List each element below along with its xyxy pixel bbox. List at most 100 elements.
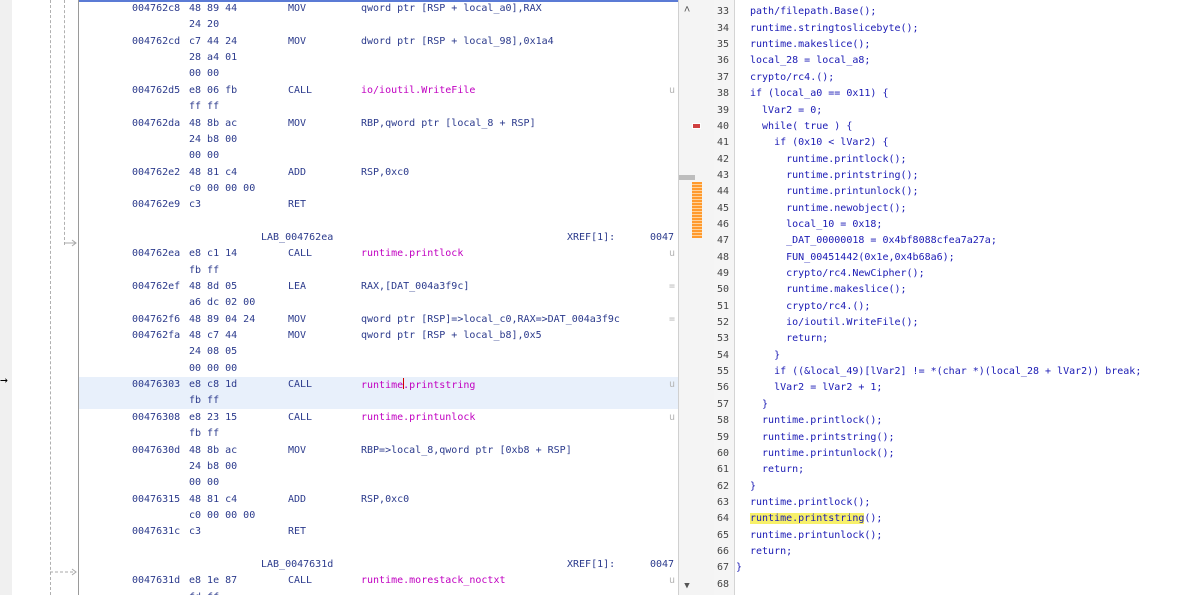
listing-row[interactable]	[79, 214, 678, 230]
xref-header[interactable]: XREF[1]:	[567, 231, 615, 245]
decompiler-line[interactable]: 64 runtime.printstring();	[714, 511, 1200, 527]
decompiler-line[interactable]: 53 return;	[714, 331, 1200, 347]
code-text[interactable]: }	[750, 480, 756, 494]
address[interactable]: 004762da	[132, 117, 180, 131]
instruction-bytes[interactable]: 24 20	[189, 18, 219, 32]
scroll-thumb[interactable]	[679, 175, 695, 180]
instruction-bytes[interactable]: 48 8b ac	[189, 117, 237, 131]
instruction-bytes[interactable]: 24 b8 00	[189, 460, 237, 474]
decompiler-line[interactable]: 58 runtime.printlock();	[714, 413, 1200, 429]
decompiler-line[interactable]: 38 if (local_a0 == 0x11) {	[714, 86, 1200, 102]
code-text[interactable]: crypto/rc4.NewCipher();	[750, 267, 925, 281]
listing-row[interactable]	[79, 541, 678, 557]
operands[interactable]: runtime.printunlock	[361, 411, 475, 425]
decompiler-line[interactable]: 44 runtime.printunlock();	[714, 184, 1200, 200]
listing-label-row[interactable]: LAB_004762ea XREF[1]: 0047	[79, 230, 678, 246]
address[interactable]: 004762f6	[132, 313, 180, 327]
instruction-bytes[interactable]: 48 89 04 24	[189, 313, 255, 327]
decompiler-line[interactable]: 37 crypto/rc4.();	[714, 70, 1200, 86]
instruction-bytes[interactable]: fb ff	[189, 264, 219, 278]
code-text[interactable]: runtime.printstring();	[750, 431, 894, 445]
code-text[interactable]: runtime.newobject();	[750, 202, 906, 216]
instruction-bytes[interactable]: c3	[189, 198, 201, 212]
decompiler-line[interactable]: 43 runtime.printstring();	[714, 168, 1200, 184]
instruction-bytes[interactable]: e8 c1 14	[189, 247, 237, 261]
operands[interactable]: RBP=>local_8,qword ptr [0xb8 + RSP]	[361, 444, 572, 458]
truncated-column[interactable]: =	[669, 280, 675, 294]
decompiler-line[interactable]: 67}	[714, 560, 1200, 576]
instruction-bytes[interactable]: 24 b8 00	[189, 133, 237, 147]
address[interactable]: 00476315	[132, 493, 180, 507]
operands[interactable]: io/ioutil.WriteFile	[361, 84, 475, 98]
decompiler-line[interactable]: 63 runtime.printlock();	[714, 495, 1200, 511]
xref-address[interactable]: 0047	[650, 231, 674, 245]
xref-address[interactable]: 0047	[650, 558, 674, 572]
code-text[interactable]: }	[736, 561, 742, 575]
instruction-bytes[interactable]: c0 00 00 00	[189, 509, 255, 523]
mnemonic[interactable]: MOV	[288, 117, 306, 131]
instruction-bytes[interactable]: 48 c7 44	[189, 329, 237, 343]
listing-row[interactable]: ff ff	[79, 99, 678, 115]
instruction-bytes[interactable]: e8 23 15	[189, 411, 237, 425]
decompiler-line[interactable]: 49 crypto/rc4.NewCipher();	[714, 266, 1200, 282]
code-text[interactable]: lVar2 = lVar2 + 1;	[750, 381, 882, 395]
code-text[interactable]: runtime.printlock();	[750, 153, 906, 167]
code-text[interactable]: local_28 = local_a8;	[750, 54, 870, 68]
address[interactable]: 00476308	[132, 411, 180, 425]
operands[interactable]: RAX,[DAT_004a3f9c]	[361, 280, 469, 294]
listing-row[interactable]: 00 00	[79, 66, 678, 82]
decompiler-line[interactable]: 39 lVar2 = 0;	[714, 103, 1200, 119]
operands[interactable]: qword ptr [RSP + local_a0],RAX	[361, 2, 542, 16]
mnemonic[interactable]: ADD	[288, 166, 306, 180]
instruction-bytes[interactable]: 48 89 44	[189, 2, 237, 16]
listing-label-row[interactable]: LAB_0047631d XREF[1]: 0047	[79, 557, 678, 573]
code-text[interactable]: crypto/rc4.();	[750, 71, 834, 85]
code-text[interactable]: _DAT_00000018 = 0x4bf8088cfea7a27a;	[750, 234, 997, 248]
listing-row[interactable]: fb ff	[79, 263, 678, 279]
listing-row[interactable]: 0047631c c3 RET	[79, 524, 678, 540]
instruction-bytes[interactable]: a6 dc 02 00	[189, 296, 255, 310]
decompiler-line[interactable]: 50 runtime.makeslice();	[714, 282, 1200, 298]
overview-highlights[interactable]	[692, 182, 702, 238]
operands[interactable]: runtime.morestack_noctxt	[361, 574, 506, 588]
address[interactable]: 004762fa	[132, 329, 180, 343]
listing-row[interactable]: 28 a4 01	[79, 50, 678, 66]
decompiler-line[interactable]: 48 FUN_00451442(0x1e,0x4b68a6);	[714, 250, 1200, 266]
code-text[interactable]: return;	[750, 545, 792, 559]
code-text[interactable]: runtime.makeslice();	[750, 38, 870, 52]
decompiler-line[interactable]: 54 }	[714, 348, 1200, 364]
xref-header[interactable]: XREF[1]:	[567, 558, 615, 572]
instruction-bytes[interactable]: ff ff	[189, 100, 219, 114]
mnemonic[interactable]: MOV	[288, 313, 306, 327]
operands[interactable]: RSP,0xc0	[361, 166, 409, 180]
address[interactable]: 004762c8	[132, 2, 180, 16]
instruction-bytes[interactable]: 00 00	[189, 476, 219, 490]
operands[interactable]: RBP,qword ptr [local_8 + RSP]	[361, 117, 536, 131]
code-text[interactable]: runtime.printunlock();	[750, 447, 894, 461]
code-text[interactable]: if (local_a0 == 0x11) {	[750, 87, 888, 101]
instruction-bytes[interactable]: c0 00 00 00	[189, 182, 255, 196]
instruction-bytes[interactable]: 00 00 00	[189, 362, 237, 376]
truncated-column[interactable]: u	[669, 574, 675, 588]
listing-row[interactable]: 00476308 e8 23 15 CALL runtime.printunlock u	[79, 410, 678, 426]
address[interactable]: 004762d5	[132, 84, 180, 98]
code-text[interactable]: runtime.printlock();	[750, 414, 882, 428]
code-text[interactable]: runtime.makeslice();	[750, 283, 906, 297]
decompiler-line[interactable]: 41 if (0x10 < lVar2) {	[714, 135, 1200, 151]
code-text[interactable]: runtime.printunlock();	[750, 529, 882, 543]
decompiler-line[interactable]: 33 path/filepath.Base();	[714, 4, 1200, 20]
code-text[interactable]: io/ioutil.WriteFile();	[750, 316, 918, 330]
address[interactable]: 0047630d	[132, 444, 180, 458]
instruction-bytes[interactable]: 48 81 c4	[189, 493, 237, 507]
listing-row[interactable]: 0047630d 48 8b ac MOV RBP=>local_8,qword pt…	[79, 443, 678, 459]
operands[interactable]: qword ptr [RSP]=>local_c0,RAX=>DAT_004a3…	[361, 313, 620, 327]
decompiler-line[interactable]: 47 _DAT_00000018 = 0x4bf8088cfea7a27a;	[714, 233, 1200, 249]
listing-row[interactable]: 00476315 48 81 c4 ADD RSP,0xc0	[79, 492, 678, 508]
truncated-column[interactable]: u	[669, 84, 675, 98]
listing-row[interactable]: 24 08 05	[79, 344, 678, 360]
listing-row[interactable]: fd ff	[79, 590, 678, 595]
mnemonic[interactable]: CALL	[288, 378, 312, 392]
listing-row[interactable]: 00 00 00	[79, 361, 678, 377]
listing-row[interactable]: 004762ef 48 8d 05 LEA RAX,[DAT_004a3f9c] =	[79, 279, 678, 295]
address[interactable]: 004762e2	[132, 166, 180, 180]
